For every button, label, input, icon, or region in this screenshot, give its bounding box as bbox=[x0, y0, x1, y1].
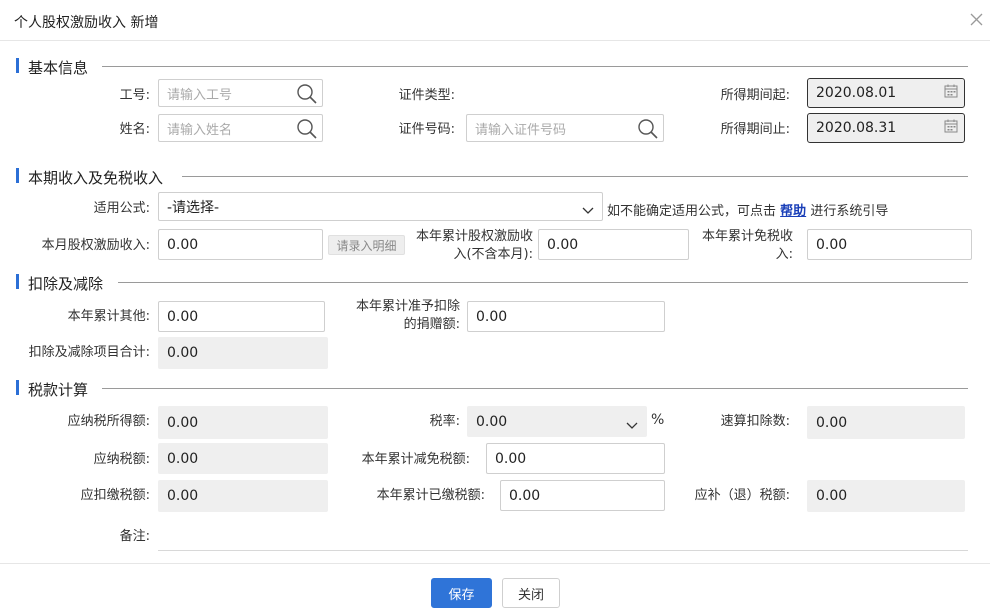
ytd-donation-label: 本年累计准予扣除的捐赠额: bbox=[355, 299, 460, 332]
period-end-field[interactable]: 2020.08.31 bbox=[807, 113, 965, 143]
ytd-paid-value: 0.00 bbox=[509, 487, 541, 504]
quick-deduction-value: 0.00 bbox=[816, 414, 848, 431]
footer-divider bbox=[0, 563, 990, 564]
ytd-reduction-label: 本年累计减免税额: bbox=[361, 452, 470, 467]
section-title-income: 本期收入及免税收入 bbox=[28, 169, 164, 187]
period-end-value: 2020.08.31 bbox=[816, 120, 897, 136]
chevron-down-icon bbox=[626, 418, 638, 434]
ytd-reduction-value: 0.00 bbox=[495, 450, 527, 467]
ytd-exempt-label: 本年累计免税收入: bbox=[701, 229, 793, 262]
id-number-label: 证件号码: bbox=[398, 122, 455, 137]
formula-select-value: -请选择- bbox=[167, 199, 220, 216]
tax-payable-value: 0.00 bbox=[167, 450, 199, 467]
tax-rate-value: 0.00 bbox=[476, 413, 508, 430]
deduction-total-field: 0.00 bbox=[158, 337, 328, 369]
close-icon[interactable] bbox=[964, 8, 988, 32]
refund-label: 应补（退）税额: bbox=[694, 488, 790, 503]
ytd-paid-label: 本年累计已缴税额: bbox=[376, 488, 485, 503]
name-input[interactable]: 请输入姓名 bbox=[158, 114, 323, 142]
remark-label: 备注: bbox=[119, 529, 150, 544]
search-icon[interactable] bbox=[296, 118, 318, 144]
quick-deduction-label: 速算扣除数: bbox=[720, 414, 790, 429]
section-title-basic: 基本信息 bbox=[28, 59, 89, 77]
calendar-icon[interactable] bbox=[944, 84, 958, 102]
monthly-income-label: 本月股权激励收入: bbox=[41, 238, 150, 253]
ytd-income-label: 本年累计股权激励收入(不含本月): bbox=[415, 229, 533, 262]
withheld-field: 0.00 bbox=[158, 480, 328, 512]
monthly-income-value: 0.00 bbox=[167, 236, 199, 253]
tax-rate-select[interactable]: 0.00 bbox=[467, 406, 647, 437]
ytd-exempt-value: 0.00 bbox=[816, 236, 848, 253]
withheld-value: 0.00 bbox=[167, 488, 199, 504]
period-start-field[interactable]: 2020.08.01 bbox=[807, 78, 965, 108]
ytd-paid-input[interactable]: 0.00 bbox=[500, 480, 665, 511]
tax-rate-label: 税率: bbox=[429, 414, 460, 429]
id-type-label: 证件类型: bbox=[398, 88, 455, 103]
formula-label: 适用公式: bbox=[93, 201, 150, 216]
period-start-label: 所得期间起: bbox=[720, 88, 790, 103]
section-divider bbox=[182, 176, 968, 177]
employee-id-placeholder: 请输入工号 bbox=[167, 87, 233, 103]
section-divider bbox=[118, 282, 968, 283]
ytd-income-input[interactable]: 0.00 bbox=[538, 229, 689, 260]
section-title-deduction: 扣除及减除 bbox=[28, 275, 104, 293]
period-end-label: 所得期间止: bbox=[720, 122, 790, 137]
help-link[interactable]: 帮助 bbox=[780, 204, 806, 219]
ytd-donation-value: 0.00 bbox=[476, 308, 508, 325]
taxable-income-label: 应纳税所得额: bbox=[67, 414, 150, 429]
ytd-reduction-input[interactable]: 0.00 bbox=[486, 443, 665, 474]
tax-rate-unit: % bbox=[651, 412, 665, 428]
formula-hint-pre: 如不能确定适用公式，可点击 bbox=[607, 204, 777, 219]
formula-hint: 如不能确定适用公式，可点击 帮助 进行系统引导 bbox=[607, 200, 888, 219]
ytd-other-input[interactable]: 0.00 bbox=[158, 301, 325, 332]
search-icon[interactable] bbox=[296, 83, 318, 109]
section-divider bbox=[102, 388, 968, 389]
section-marker bbox=[16, 274, 19, 289]
tax-payable-label: 应纳税额: bbox=[93, 452, 150, 467]
formula-select[interactable]: -请选择- bbox=[158, 192, 603, 221]
monthly-income-input[interactable]: 0.00 bbox=[158, 229, 323, 260]
ytd-income-value: 0.00 bbox=[547, 236, 579, 253]
period-start-value: 2020.08.01 bbox=[816, 85, 897, 101]
tax-payable-field: 0.00 bbox=[158, 443, 328, 474]
name-placeholder: 请输入姓名 bbox=[167, 122, 233, 138]
section-marker bbox=[16, 58, 19, 73]
quick-deduction-field: 0.00 bbox=[807, 406, 965, 439]
name-label: 姓名: bbox=[119, 122, 150, 137]
section-marker bbox=[16, 168, 19, 183]
chevron-down-icon bbox=[582, 203, 594, 219]
id-number-input[interactable]: 请输入证件号码 bbox=[466, 114, 664, 142]
taxable-income-value: 0.00 bbox=[167, 414, 199, 431]
ytd-other-value: 0.00 bbox=[167, 308, 199, 325]
withheld-label: 应扣缴税额: bbox=[80, 488, 150, 503]
search-icon[interactable] bbox=[637, 118, 659, 144]
formula-hint-post: 进行系统引导 bbox=[810, 204, 889, 219]
enter-detail-button[interactable]: 请录入明细 bbox=[328, 235, 405, 255]
employee-id-label: 工号: bbox=[119, 88, 150, 103]
ytd-other-label: 本年累计其他: bbox=[67, 309, 150, 324]
dialog-title: 个人股权激励收入 新增 bbox=[14, 15, 159, 31]
remark-input[interactable] bbox=[158, 550, 968, 551]
ytd-exempt-input[interactable]: 0.00 bbox=[807, 229, 972, 260]
employee-id-input[interactable]: 请输入工号 bbox=[158, 79, 323, 107]
save-button[interactable]: 保存 bbox=[431, 578, 492, 608]
section-marker bbox=[16, 380, 19, 395]
calendar-icon[interactable] bbox=[944, 119, 958, 137]
section-divider bbox=[102, 66, 968, 67]
refund-value: 0.00 bbox=[816, 488, 848, 504]
deduction-total-label: 扣除及减除项目合计: bbox=[28, 345, 150, 360]
taxable-income-field: 0.00 bbox=[158, 406, 328, 439]
id-number-placeholder: 请输入证件号码 bbox=[475, 122, 567, 138]
ytd-donation-input[interactable]: 0.00 bbox=[467, 301, 665, 332]
section-title-tax: 税款计算 bbox=[28, 381, 89, 399]
close-button[interactable]: 关闭 bbox=[502, 578, 560, 608]
refund-field: 0.00 bbox=[807, 480, 965, 512]
deduction-total-value: 0.00 bbox=[167, 345, 199, 361]
